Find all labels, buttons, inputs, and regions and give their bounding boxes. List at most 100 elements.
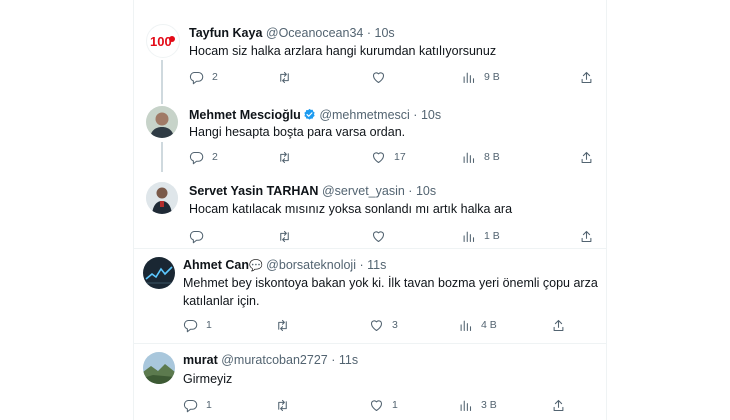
timestamp[interactable]: 11s <box>339 353 358 367</box>
retweet-icon <box>277 150 292 165</box>
timestamp[interactable]: 11s <box>367 258 386 272</box>
avatar[interactable] <box>146 106 178 138</box>
retweet-button[interactable] <box>277 68 300 86</box>
views-count: 1 B <box>484 230 500 242</box>
username[interactable]: @servet_yasin <box>322 184 405 198</box>
flag-logo-icon: 100 <box>150 34 175 49</box>
username[interactable]: @mehmetmesci <box>319 108 410 122</box>
display-name[interactable]: murat <box>183 353 218 367</box>
views-icon <box>461 229 476 244</box>
display-name[interactable]: Servet Yasin TARHAN <box>189 184 318 198</box>
views-button[interactable]: 1 B <box>461 227 500 245</box>
views-icon <box>461 150 476 165</box>
like-button[interactable]: 17 <box>371 148 406 166</box>
action-bar: 2 17 8 B <box>189 148 599 166</box>
share-button[interactable] <box>551 396 566 414</box>
tweet-text: Hocam katılacak mısınız yoksa sonlandı m… <box>189 202 513 216</box>
views-count: 9 B <box>484 71 500 83</box>
separator-dot: · <box>331 353 336 367</box>
action-bar: 1 B <box>189 227 599 245</box>
views-button[interactable]: 4 B <box>458 316 497 334</box>
display-name[interactable]: Ahmet Can <box>183 258 249 272</box>
timestamp[interactable]: 10s <box>421 108 441 122</box>
separator-dot: · <box>408 184 413 198</box>
timestamp[interactable]: 10s <box>416 184 436 198</box>
action-bar: 2 9 B <box>189 68 599 86</box>
profile-photo-icon <box>146 106 178 138</box>
username[interactable]: @borsateknoloji <box>266 258 356 272</box>
share-button[interactable] <box>579 68 594 86</box>
avatar[interactable] <box>143 257 175 289</box>
share-icon <box>579 150 594 165</box>
views-button[interactable]: 9 B <box>461 68 500 86</box>
profile-photo-icon <box>146 182 178 214</box>
views-button[interactable]: 3 B <box>458 396 497 414</box>
svg-text:100: 100 <box>150 34 172 49</box>
like-icon <box>371 229 386 244</box>
thread-line <box>161 142 163 172</box>
username[interactable]: @Oceanocean34 <box>266 26 363 40</box>
tweet[interactable]: 100 Tayfun Kaya @Oceanocean34 · 10s Hoca… <box>134 14 606 104</box>
reply-icon <box>183 398 198 413</box>
share-icon <box>551 398 566 413</box>
retweet-icon <box>277 229 292 244</box>
reply-button[interactable] <box>189 227 212 245</box>
tweet-text: Girmeyiz <box>183 372 233 386</box>
views-icon <box>461 70 476 85</box>
tweet-header: Tayfun Kaya @Oceanocean34 · 10s <box>189 25 395 41</box>
views-count: 8 B <box>484 151 500 163</box>
like-button[interactable] <box>371 227 394 245</box>
tweet-text-line: Mehmet bey iskontoya bakan yok ki. İlk t… <box>183 276 598 290</box>
speech-bubble-emoji-icon: 💬 <box>248 259 263 272</box>
reply-count: 2 <box>212 151 218 163</box>
timestamp[interactable]: 10s <box>375 26 395 40</box>
like-button[interactable]: 3 <box>369 316 398 334</box>
reply-icon <box>189 70 204 85</box>
tweet[interactable]: Ahmet Can💬 @borsateknoloji · 11s Mehmet … <box>134 249 606 343</box>
display-name[interactable]: Mehmet Mescioğlu <box>189 108 301 122</box>
tweet-header: murat @muratcoban2727 · 11s <box>183 352 358 368</box>
avatar[interactable] <box>143 352 175 384</box>
views-button[interactable]: 8 B <box>461 148 500 166</box>
share-icon <box>551 318 566 333</box>
share-button[interactable] <box>579 148 594 166</box>
reply-count: 1 <box>206 399 212 411</box>
username[interactable]: @muratcoban2727 <box>221 353 328 367</box>
avatar[interactable] <box>146 182 178 214</box>
landscape-photo-icon <box>143 352 175 384</box>
reply-icon <box>189 229 204 244</box>
reply-count: 2 <box>212 71 218 83</box>
like-icon <box>371 150 386 165</box>
retweet-button[interactable] <box>277 227 300 245</box>
display-name[interactable]: Tayfun Kaya <box>189 26 262 40</box>
like-button[interactable]: 1 <box>369 396 398 414</box>
retweet-button[interactable] <box>275 316 298 334</box>
tweet-header: Ahmet Can💬 @borsateknoloji · 11s <box>183 257 386 274</box>
share-button[interactable] <box>551 316 566 334</box>
reply-button[interactable]: 1 <box>183 396 212 414</box>
retweet-button[interactable] <box>277 148 300 166</box>
avatar[interactable]: 100 <box>146 24 180 58</box>
verified-badge-icon <box>304 108 315 120</box>
reply-button[interactable]: 1 <box>183 316 212 334</box>
tweet-text-line: katılanlar için. <box>183 294 260 308</box>
like-button[interactable] <box>371 68 394 86</box>
retweet-button[interactable] <box>275 396 298 414</box>
tweet-header: Servet Yasin TARHAN @servet_yasin · 10s <box>189 183 436 199</box>
like-count: 3 <box>392 319 398 331</box>
reply-button[interactable]: 2 <box>189 148 218 166</box>
action-bar: 1 3 4 B <box>183 316 599 334</box>
retweet-icon <box>275 398 290 413</box>
tweet-header: Mehmet Mescioğlu @mehmetmesci · 10s <box>189 107 441 123</box>
share-button[interactable] <box>579 227 594 245</box>
tweet-text: Hocam siz halka arzlara hangi kurumdan k… <box>189 44 497 58</box>
share-icon <box>579 229 594 244</box>
separator-dot: · <box>366 26 372 40</box>
tweet[interactable]: Servet Yasin TARHAN @servet_yasin · 10s … <box>134 172 606 248</box>
tweet[interactable]: Mehmet Mescioğlu @mehmetmesci · 10s Hang… <box>134 98 606 172</box>
reply-button[interactable]: 2 <box>189 68 218 86</box>
share-icon <box>579 70 594 85</box>
reply-icon <box>183 318 198 333</box>
separator-dot: · <box>359 258 364 272</box>
tweet[interactable]: murat @muratcoban2727 · 11s Girmeyiz 1 1… <box>134 344 606 420</box>
